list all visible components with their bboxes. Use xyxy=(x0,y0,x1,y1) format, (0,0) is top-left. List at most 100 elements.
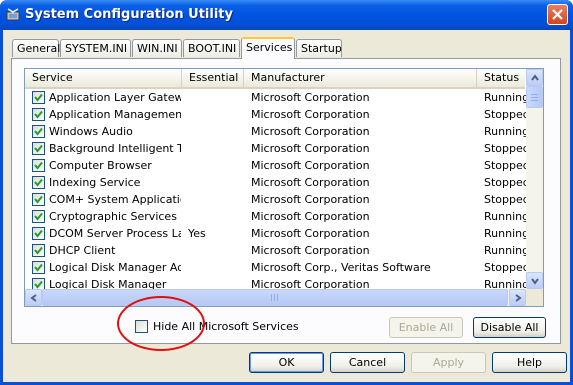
tab-label: Services xyxy=(246,41,293,54)
checkmark-icon xyxy=(34,229,43,238)
service-status: Stopped xyxy=(484,159,528,172)
table-row[interactable]: Logical Disk Manager Ad... Microsoft Cor… xyxy=(25,259,528,276)
service-checkbox[interactable] xyxy=(32,142,45,155)
table-row[interactable]: Indexing Service Microsoft Corporation S… xyxy=(25,174,528,191)
table-row[interactable]: Application Layer Gatew... Microsoft Cor… xyxy=(25,89,528,106)
service-name: Application Layer Gatew... xyxy=(49,91,181,104)
column-label: Status xyxy=(484,71,520,84)
tab-boot-ini[interactable]: BOOT.INI xyxy=(183,39,240,57)
tab-startup[interactable]: Startup xyxy=(296,39,342,57)
service-status: Running xyxy=(484,227,528,240)
table-row[interactable]: Application Management Microsoft Corpora… xyxy=(25,106,528,123)
disable-all-button[interactable]: Disable All xyxy=(473,317,546,338)
horizontal-scroll-thumb[interactable] xyxy=(42,289,508,306)
column-label: Manufacturer xyxy=(251,71,325,84)
service-manufacturer: Microsoft Corporation xyxy=(251,227,370,240)
service-checkbox[interactable] xyxy=(32,176,45,189)
scroll-right-button[interactable] xyxy=(509,289,526,306)
tab-general[interactable]: General xyxy=(12,39,61,57)
chevron-up-icon xyxy=(531,74,539,81)
service-checkbox[interactable] xyxy=(32,125,45,138)
table-row[interactable]: DCOM Server Process La... Yes Microsoft … xyxy=(25,225,528,242)
service-checkbox[interactable] xyxy=(32,227,45,240)
tab-services[interactable]: Services xyxy=(241,37,295,59)
cancel-button[interactable]: Cancel xyxy=(330,352,405,373)
close-button[interactable] xyxy=(547,4,568,25)
msconfig-icon xyxy=(5,6,21,22)
horizontal-scrollbar[interactable] xyxy=(25,289,526,306)
service-name: COM+ System Application xyxy=(49,193,181,206)
tab-system-ini[interactable]: SYSTEM.INI xyxy=(60,39,131,57)
service-manufacturer: Microsoft Corporation xyxy=(251,193,370,206)
table-row[interactable]: COM+ System Application Microsoft Corpor… xyxy=(25,191,528,208)
checkmark-icon xyxy=(34,127,43,136)
service-manufacturer: Microsoft Corporation xyxy=(251,142,370,155)
service-name: DCOM Server Process La... xyxy=(49,227,181,240)
chevron-right-icon xyxy=(515,294,522,302)
chevron-left-icon xyxy=(30,294,37,302)
scroll-left-button[interactable] xyxy=(25,289,42,306)
service-manufacturer: Microsoft Corporation xyxy=(251,176,370,189)
column-header-essential[interactable]: Essential xyxy=(182,69,244,87)
checkmark-icon xyxy=(34,212,43,221)
service-manufacturer: Microsoft Corporation xyxy=(251,244,370,257)
list-header: Service Essential Manufacturer Status xyxy=(25,69,537,89)
help-button[interactable]: Help xyxy=(492,352,567,373)
column-header-service[interactable]: Service xyxy=(25,69,182,87)
tab-label: BOOT.INI xyxy=(188,42,237,55)
title-bar[interactable]: System Configuration Utility xyxy=(0,0,573,30)
scroll-up-button[interactable] xyxy=(526,69,543,86)
tab-win-ini[interactable]: WIN.INI xyxy=(132,39,182,57)
service-status: Stopped xyxy=(484,193,528,206)
service-name: Computer Browser xyxy=(49,159,152,172)
service-checkbox[interactable] xyxy=(32,91,45,104)
scroll-down-button[interactable] xyxy=(526,272,543,289)
service-checkbox[interactable] xyxy=(32,108,45,121)
tab-label: SYSTEM.INI xyxy=(65,42,128,55)
service-manufacturer: Microsoft Corporation xyxy=(251,159,370,172)
service-manufacturer: Microsoft Corporation xyxy=(251,125,370,138)
red-highlight-circle xyxy=(117,296,205,351)
service-status: Running xyxy=(484,210,528,223)
table-row[interactable]: Computer Browser Microsoft Corporation S… xyxy=(25,157,528,174)
checkmark-icon xyxy=(34,246,43,255)
service-name: Background Intelligent T... xyxy=(49,142,181,155)
table-row[interactable]: Windows Audio Microsoft Corporation Runn… xyxy=(25,123,528,140)
ok-button[interactable]: OK xyxy=(249,352,324,373)
service-name: Windows Audio xyxy=(49,125,133,138)
service-status: Running xyxy=(484,244,528,257)
service-manufacturer: Microsoft Corp., Veritas Software xyxy=(251,261,431,274)
services-list[interactable]: Service Essential Manufacturer Status Ap… xyxy=(24,68,544,307)
checkmark-icon xyxy=(34,144,43,153)
vertical-scrollbar[interactable] xyxy=(526,69,543,289)
service-checkbox[interactable] xyxy=(32,159,45,172)
service-name: Indexing Service xyxy=(49,176,141,189)
service-status: Running xyxy=(484,91,528,104)
service-checkbox[interactable] xyxy=(32,210,45,223)
checkmark-icon xyxy=(34,161,43,170)
service-checkbox[interactable] xyxy=(32,244,45,257)
service-status: Stopped xyxy=(484,261,528,274)
service-checkbox[interactable] xyxy=(32,261,45,274)
apply-button[interactable]: Apply xyxy=(411,352,486,373)
checkmark-icon xyxy=(34,178,43,187)
table-row[interactable]: Background Intelligent T... Microsoft Co… xyxy=(25,140,528,157)
tab-label: Startup xyxy=(301,42,342,55)
checkmark-icon xyxy=(34,110,43,119)
vertical-scroll-thumb[interactable] xyxy=(526,86,543,108)
service-checkbox[interactable] xyxy=(32,193,45,206)
service-name: Application Management xyxy=(49,108,181,121)
checkmark-icon xyxy=(34,263,43,272)
service-name: DHCP Client xyxy=(49,244,116,257)
table-row[interactable]: Cryptographic Services Microsoft Corpora… xyxy=(25,208,528,225)
window-title: System Configuration Utility xyxy=(25,7,233,22)
enable-all-button[interactable]: Enable All xyxy=(389,317,463,338)
service-manufacturer: Microsoft Corporation xyxy=(251,108,370,121)
column-label: Essential xyxy=(189,71,239,84)
service-status: Stopped xyxy=(484,108,528,121)
chevron-down-icon xyxy=(531,278,539,285)
column-header-manufacturer[interactable]: Manufacturer xyxy=(244,69,477,87)
table-row[interactable]: DHCP Client Microsoft Corporation Runnin… xyxy=(25,242,528,259)
tab-label: General xyxy=(17,42,61,55)
checkmark-icon xyxy=(34,280,43,289)
